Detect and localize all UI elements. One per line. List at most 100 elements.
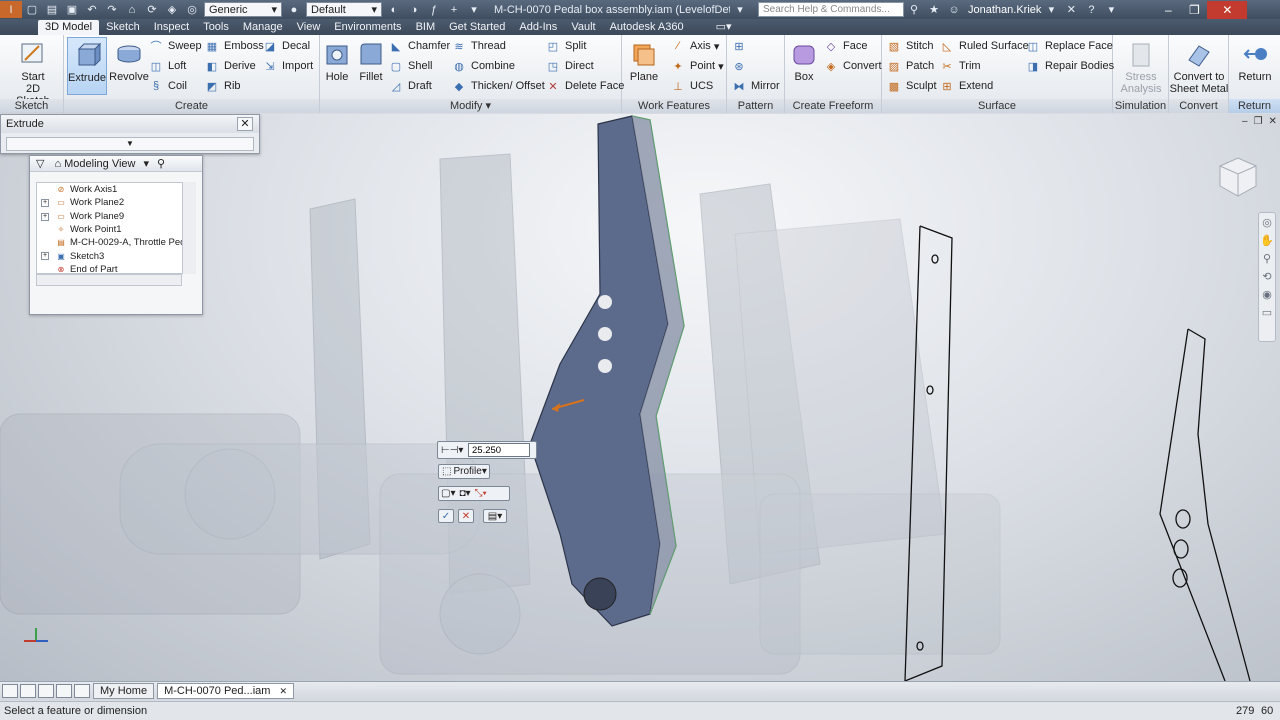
orbit-icon[interactable]: ⟲ [1259, 267, 1275, 285]
help-more-icon[interactable]: ▾ [1101, 1, 1121, 18]
draft-button[interactable]: ◿ Draft [388, 77, 432, 95]
ribbon-options-icon[interactable]: ▭▾ [709, 20, 739, 35]
chamfer-button[interactable]: ◣ Chamfer [388, 37, 450, 55]
solid-output-icon[interactable]: ▢▾ [441, 488, 455, 499]
search-input[interactable]: Search Help & Commands... [758, 2, 904, 17]
plus-icon[interactable]: + [444, 1, 464, 18]
combine-button[interactable]: ◍ Combine [451, 57, 515, 75]
join-icon[interactable]: ◘▾ [459, 488, 470, 499]
viewport-restore-icon[interactable]: ❐ [1254, 116, 1263, 127]
close-tab-icon[interactable]: ✕ [280, 686, 288, 696]
fx-icon[interactable]: ƒ [424, 1, 444, 18]
exchange-icon[interactable]: ✕ [1061, 1, 1081, 18]
nav-options-icon[interactable]: ▭ [1259, 303, 1275, 321]
tab-get-started[interactable]: Get Started [442, 20, 512, 35]
point-button[interactable]: ✦ Point ▾ [670, 57, 723, 75]
replace-face-button[interactable]: ◫ Replace Face [1025, 37, 1113, 55]
measure-icon[interactable]: ◎ [182, 1, 202, 18]
tab-manage[interactable]: Manage [236, 20, 290, 35]
tree-item-throttle-pedal[interactable]: ▤ M-CH-0029-A, Throttle Ped [37, 236, 195, 249]
viewport-close-icon[interactable]: ✕ [1269, 116, 1277, 127]
cascade-icon[interactable] [2, 684, 18, 698]
rib-button[interactable]: ◩ Rib [204, 77, 241, 95]
sculpt-button[interactable]: ▩ Sculpt [886, 77, 937, 95]
tab-my-home[interactable]: My Home [93, 683, 155, 699]
home-icon[interactable]: ⌂ [122, 1, 142, 18]
sweep-button[interactable]: ⌒ Sweep [148, 37, 202, 55]
split-button[interactable]: ◰ Split [545, 37, 587, 55]
stress-analysis-button[interactable]: Stress Analysis [1117, 37, 1165, 95]
repair-bodies-button[interactable]: ◨ Repair Bodies [1025, 57, 1114, 75]
steering-wheel-icon[interactable]: ◎ [1259, 213, 1275, 231]
ok-button[interactable]: ✓ [438, 509, 454, 523]
redo-icon[interactable]: ↷ [102, 1, 122, 18]
circular-pattern-button[interactable]: ⊛ [731, 57, 751, 75]
arrange-icon[interactable] [38, 684, 54, 698]
update-icon[interactable]: ⟳ [142, 1, 162, 18]
extrude-button[interactable]: Extrude [67, 37, 107, 95]
delete-face-button[interactable]: ✕ Delete Face [545, 77, 624, 95]
style-combo[interactable]: Default ▾ [306, 2, 382, 17]
derive-button[interactable]: ◧ Derive [204, 57, 256, 75]
import-button[interactable]: ⇲ Import [262, 57, 313, 75]
mirror-button[interactable]: ⧓ Mirror [731, 77, 780, 95]
revolve-button[interactable]: Revolve [106, 37, 152, 95]
pan-icon[interactable]: ✋ [1259, 231, 1275, 249]
find-icon[interactable]: ⚲ [157, 157, 165, 170]
hole-button[interactable]: Hole [320, 37, 354, 95]
tab-view[interactable]: View [290, 20, 328, 35]
tab-tools[interactable]: Tools [196, 20, 236, 35]
tab-vault[interactable]: Vault [564, 20, 602, 35]
loft-button[interactable]: ◫ Loft [148, 57, 187, 75]
tab-inspect[interactable]: Inspect [147, 20, 196, 35]
tab-sketch[interactable]: Sketch [99, 20, 147, 35]
tab-autodesk-a360[interactable]: Autodesk A360 [603, 20, 691, 35]
material-icon[interactable]: ◐ [384, 1, 404, 18]
user-icon[interactable]: ☺ [944, 1, 964, 18]
ucs-button[interactable]: ⊥ UCS [670, 77, 713, 95]
freeform-face-button[interactable]: ◇ Face [823, 37, 868, 55]
help-icon[interactable]: ? [1081, 1, 1101, 18]
tree-item-work-plane9[interactable]: + ▭ Work Plane9 [37, 210, 195, 223]
extrude-dialog-expander[interactable]: ▼ [6, 137, 254, 151]
expand-icon[interactable]: + [41, 199, 49, 208]
start-sketch-button[interactable]: Start 2D Sketch [8, 37, 58, 107]
stitch-button[interactable]: ▧ Stitch [886, 37, 934, 55]
freeform-convert-button[interactable]: ◈ Convert [823, 57, 882, 75]
panel-title-modify[interactable]: Modify ▾ [320, 99, 621, 113]
direction-icon[interactable]: ⤡▾ [475, 488, 487, 499]
trim-button[interactable]: ✂ Trim [939, 57, 980, 75]
chevron-down-icon[interactable]: ▾ [143, 157, 149, 170]
look-at-icon[interactable]: ◉ [1259, 285, 1275, 303]
extend-button[interactable]: ⊞ Extend [939, 77, 993, 95]
tree-item-work-axis1[interactable]: ⊘ Work Axis1 [37, 183, 195, 196]
decal-button[interactable]: ◪ Decal [262, 37, 310, 55]
appearance-combo[interactable]: Generic ▾ [204, 2, 282, 17]
filter-icon[interactable]: ▽ [36, 157, 44, 170]
viewport-minimize-icon[interactable]: – [1242, 116, 1248, 127]
direct-button[interactable]: ◳ Direct [545, 57, 594, 75]
patch-button[interactable]: ▨ Patch [886, 57, 934, 75]
close-icon[interactable]: ✕ [1207, 0, 1248, 19]
open-file-icon[interactable]: ▤ [42, 1, 62, 18]
close-icon[interactable]: ✕ [237, 117, 253, 131]
coil-button[interactable]: § Coil [148, 77, 187, 95]
viewcube[interactable] [1214, 152, 1262, 200]
shell-button[interactable]: ▢ Shell [388, 57, 433, 75]
binoculars-icon[interactable]: ⚲ [904, 1, 924, 18]
fillet-button[interactable]: Fillet [354, 37, 388, 95]
ruled-surface-button[interactable]: ◺ Ruled Surface [939, 37, 1029, 55]
chevron-down-icon[interactable]: ▾ [1041, 1, 1061, 18]
tab-bim[interactable]: BIM [409, 20, 443, 35]
rectangular-pattern-button[interactable]: ⊞ [731, 37, 751, 55]
tree-item-end-of-part[interactable]: ⊗ End of Part [37, 263, 195, 273]
thicken-button[interactable]: ◆ Thicken/ Offset [451, 77, 545, 95]
tile-icon[interactable] [20, 684, 36, 698]
cancel-button[interactable]: ✕ [458, 509, 474, 523]
browser-horizontal-scrollbar[interactable] [36, 274, 182, 286]
tab-add-ins[interactable]: Add-Ins [512, 20, 564, 35]
minimize-icon[interactable]: – [1155, 1, 1181, 19]
expand-icon[interactable]: + [41, 252, 49, 261]
help-dropdown-icon[interactable]: ▾ [730, 1, 750, 18]
more-icon[interactable]: ▾ [464, 1, 484, 18]
